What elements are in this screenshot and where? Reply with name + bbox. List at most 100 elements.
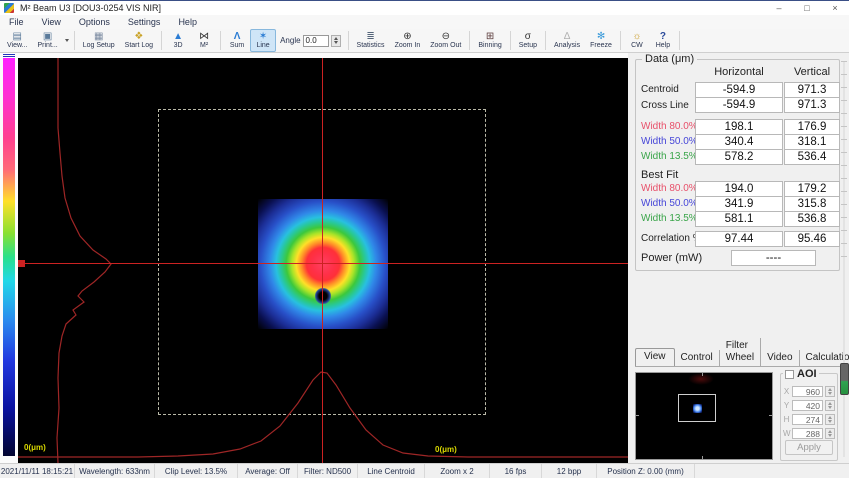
best-fit-width-50-h-value: 341.9 <box>695 196 783 212</box>
view-button[interactable]: ▤ View... <box>2 30 33 51</box>
best-fit-width-13-label: Width 13.5% <box>641 211 698 226</box>
magnifier-minus-icon: ⊖ <box>442 31 450 42</box>
centroid-v-value: 971.3 <box>784 82 840 98</box>
menu-settings[interactable]: Settings <box>119 15 170 29</box>
help-button[interactable]: ? Help <box>650 30 676 51</box>
column-header-vertical: Vertical <box>784 66 840 79</box>
log-setup-button[interactable]: ▦ Log Setup <box>78 30 120 51</box>
app-window: M² Beam U3 [DOU3-0254 VIS NIR] – □ × Fil… <box>0 0 849 478</box>
best-fit-width-80-h-value: 194.0 <box>695 181 783 197</box>
best-fit-width-50-label: Width 50.0% <box>641 196 698 211</box>
menu-options[interactable]: Options <box>70 15 119 29</box>
spin-up-icon[interactable] <box>334 37 338 40</box>
aoi-x-input[interactable]: 960 <box>792 386 823 397</box>
toolbar-separator <box>469 31 470 50</box>
menu-file[interactable]: File <box>0 15 33 29</box>
aoi-y-spinner[interactable] <box>825 400 835 411</box>
menu-help[interactable]: Help <box>169 15 206 29</box>
power-value: ---- <box>731 250 816 266</box>
freeze-button[interactable]: ✻ Freeze <box>585 30 617 51</box>
statistics-button[interactable]: ≣ Statistics <box>352 30 390 51</box>
best-fit-label: Best Fit <box>641 167 678 182</box>
close-button[interactable]: × <box>821 1 849 15</box>
aoi-apply-button[interactable]: Apply <box>785 440 833 455</box>
crosshair-horizontal-line[interactable] <box>18 263 628 264</box>
binning-button[interactable]: ⊞ Binning <box>473 30 506 51</box>
right-panel: Data (μm) Horizontal Vertical Centroid -… <box>628 53 849 463</box>
width-13-label: Width 13.5% <box>641 149 698 164</box>
status-average: Average: Off <box>238 464 298 478</box>
minimize-button[interactable]: – <box>765 1 793 15</box>
crosshair-vertical-line[interactable] <box>322 58 323 463</box>
clipboard-icon: ≣ <box>366 31 374 42</box>
3d-button[interactable]: ▲ 3D <box>165 30 191 51</box>
tab-filter-wheel[interactable]: Filter Wheel <box>720 338 761 366</box>
print-dropdown-icon[interactable] <box>65 39 69 42</box>
preview-tick <box>702 456 703 459</box>
title-bar: M² Beam U3 [DOU3-0254 VIS NIR] – □ × <box>0 1 849 15</box>
snowflake-icon: ✻ <box>597 31 605 42</box>
aoi-x-spinner[interactable] <box>825 386 835 397</box>
data-group-title: Data (μm) <box>642 53 697 65</box>
width-50-label: Width 50.0% <box>641 134 698 149</box>
correlation-v-value: 95.46 <box>784 231 840 247</box>
question-mark-icon: ? <box>660 31 666 42</box>
correlation-label: Correlation % <box>641 231 702 246</box>
horizontal-profile-curve <box>18 372 628 457</box>
horizontal-axis-origin-label: 0(μm) <box>435 445 457 454</box>
print-button[interactable]: ▣ Print... <box>33 30 63 51</box>
aoi-y-input[interactable]: 420 <box>792 400 823 411</box>
status-filler <box>695 464 849 478</box>
crosshair-handle[interactable] <box>18 260 25 267</box>
intensity-colorbar <box>3 58 15 456</box>
cross-line-h-value: -594.9 <box>695 97 783 113</box>
beam-display-area: 0(μm) 0(μm) <box>0 53 628 463</box>
preview-glow <box>688 373 714 385</box>
toolbar-separator <box>510 31 511 50</box>
grid-icon: ▦ <box>94 31 103 42</box>
status-bpp: 12 bpp <box>542 464 597 478</box>
width-80-label: Width 80.0% <box>641 119 698 134</box>
correlation-h-value: 97.44 <box>695 231 783 247</box>
column-header-horizontal: Horizontal <box>695 66 783 79</box>
app-icon <box>4 3 14 13</box>
toolbar-separator <box>220 31 221 50</box>
tab-video[interactable]: Video <box>761 350 799 366</box>
tab-strip: View Control Filter Wheel Video Calculat… <box>635 349 845 366</box>
analysis-icon: ∆ <box>564 31 570 42</box>
angle-spinner[interactable] <box>331 35 341 47</box>
angle-control: Angle 0.0 <box>276 35 344 47</box>
toolbar-separator <box>679 31 680 50</box>
toolbar: ▤ View... ▣ Print... ▦ Log Setup ❖ Start… <box>0 29 849 53</box>
cw-button[interactable]: ☼ CW <box>624 30 650 51</box>
aoi-h-input[interactable]: 274 <box>792 414 823 425</box>
status-wavelength: Wavelength: 633nm <box>75 464 155 478</box>
beam-image-view[interactable]: 0(μm) 0(μm) <box>18 58 628 463</box>
tab-view[interactable]: View <box>635 348 675 367</box>
aoi-w-spinner[interactable] <box>825 428 835 439</box>
sum-button[interactable]: Λ Sum <box>224 30 250 51</box>
maximize-button[interactable]: □ <box>793 1 821 15</box>
spin-down-icon[interactable] <box>334 41 338 44</box>
toolbar-separator <box>74 31 75 50</box>
display-scale-slider-thumb[interactable] <box>840 363 849 395</box>
tab-control[interactable]: Control <box>675 350 720 366</box>
crossed-lines-icon: ✶ <box>259 31 267 42</box>
aoi-h-spinner[interactable] <box>825 414 835 425</box>
aoi-checkbox[interactable] <box>785 370 794 379</box>
data-group-box: Data (μm) Horizontal Vertical Centroid -… <box>635 59 840 271</box>
aoi-group-box: AOI X 960 Y 420 H 274 W 288 App <box>780 373 838 461</box>
aoi-w-input[interactable]: 288 <box>792 428 823 439</box>
best-fit-width-13-h-value: 581.1 <box>695 211 783 227</box>
analysis-button[interactable]: ∆ Analysis <box>549 30 585 51</box>
start-log-button[interactable]: ❖ Start Log <box>120 30 158 51</box>
m2-button[interactable]: ⋈ M² <box>191 30 217 51</box>
zoom-in-button[interactable]: ⊕ Zoom In <box>390 30 426 51</box>
line-button[interactable]: ✶ Line <box>250 29 276 52</box>
angle-input[interactable]: 0.0 <box>303 35 329 47</box>
setup-button[interactable]: σ Setup <box>514 30 542 51</box>
menu-view[interactable]: View <box>33 15 70 29</box>
status-line-centroid: Line Centroid <box>358 464 425 478</box>
zoom-out-button[interactable]: ⊖ Zoom Out <box>425 30 466 51</box>
vertical-axis-origin-label: 0(μm) <box>24 443 46 452</box>
